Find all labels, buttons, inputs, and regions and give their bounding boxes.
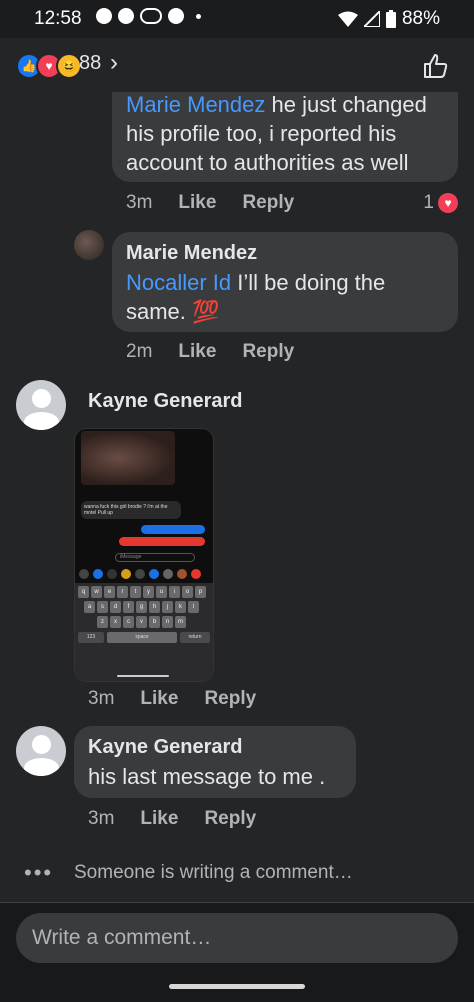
comment-time: 3m xyxy=(88,688,115,709)
reaction-count[interactable]: 88 xyxy=(79,52,101,75)
keyboard-row: asdfghjkl xyxy=(75,598,213,613)
comment-actions: 3m Like Reply xyxy=(126,192,294,214)
typing-dots-icon: ••• xyxy=(24,860,54,885)
keyboard-row: zxcvbnm xyxy=(75,613,213,628)
keyboard: qwertyuiop asdfghjkl zxcvbnm 123 space r… xyxy=(75,583,213,681)
like-button[interactable]: Like xyxy=(178,192,216,214)
comment-image-attachment[interactable]: wanna fuck this girl brodie ? i'm at the… xyxy=(74,428,214,682)
typing-indicator-text: Someone is writing a comment… xyxy=(74,862,353,883)
comment-author[interactable]: Kayne Generard xyxy=(88,736,243,759)
comment-text: Marie Mendez he just changed his profile… xyxy=(126,92,427,175)
reply-button[interactable]: Reply xyxy=(204,808,256,830)
chevron-right-icon[interactable]: › xyxy=(110,49,118,77)
comment-bubble: Marie Mendez Nocaller Id I’ll be doing t… xyxy=(112,232,458,332)
reply-button[interactable]: Reply xyxy=(204,688,256,710)
redacted-sent-message xyxy=(141,525,205,534)
battery-icon xyxy=(385,10,396,28)
comment-text: Nocaller Id I’ll be doing the same. 💯 xyxy=(126,270,386,324)
comment-bubble: Kayne Generard his last message to me . xyxy=(74,726,356,798)
imessage-input: iMessage xyxy=(115,553,195,562)
reaction-emojis[interactable]: 👍 ♥ 😆 xyxy=(16,53,82,79)
comment-reaction-summary[interactable]: 1 ♥ xyxy=(423,192,458,214)
love-reaction-icon: ♥ xyxy=(438,193,458,213)
like-button[interactable]: Like xyxy=(178,341,216,363)
snapchat-icon xyxy=(118,8,134,24)
cloud-icon xyxy=(140,8,162,24)
mention-link[interactable]: Marie Mendez xyxy=(126,92,265,117)
comment-time: 3m xyxy=(88,808,115,829)
messenger-icon xyxy=(96,8,112,24)
like-button[interactable]: Like xyxy=(140,688,178,710)
avatar[interactable] xyxy=(16,726,66,776)
comment-actions: 3m Like Reply xyxy=(88,688,256,710)
comment-actions: 2m Like Reply xyxy=(126,341,294,363)
reply-button[interactable]: Reply xyxy=(242,341,294,363)
notification-icons xyxy=(96,8,201,24)
avatar[interactable] xyxy=(16,380,66,430)
status-time: 12:58 xyxy=(34,8,82,29)
status-bar: 12:58 88% xyxy=(0,0,474,38)
comment-composer xyxy=(0,902,474,1002)
mention-link[interactable]: Nocaller Id xyxy=(126,270,231,295)
like-button[interactable]: Like xyxy=(140,808,178,830)
comment-actions: 3m Like Reply xyxy=(88,808,256,830)
comments-list[interactable]: Marie Mendez he just changed his profile… xyxy=(0,92,474,902)
photo-preview xyxy=(81,431,175,485)
home-indicator xyxy=(117,675,169,677)
comment-text: his last message to me . xyxy=(88,764,326,789)
wifi-icon xyxy=(337,11,358,27)
comment-author[interactable]: Marie Mendez xyxy=(126,242,257,265)
redacted-sent-message xyxy=(119,537,205,546)
comment-bubble: Marie Mendez he just changed his profile… xyxy=(112,92,458,182)
reaction-summary-bar: 👍 ♥ 😆 88 › xyxy=(0,38,474,92)
received-message: wanna fuck this girl brodie ? i'm at the… xyxy=(81,501,181,519)
avatar[interactable] xyxy=(74,230,104,260)
like-thumb-icon[interactable] xyxy=(422,52,450,80)
comment-time: 3m xyxy=(126,192,153,213)
app-strip xyxy=(79,569,207,579)
keyboard-row: qwertyuiop xyxy=(75,583,213,598)
reply-button[interactable]: Reply xyxy=(242,192,294,214)
comment-author[interactable]: Kayne Generard xyxy=(88,390,243,413)
gesture-bar xyxy=(169,984,305,989)
signal-icon xyxy=(363,11,380,27)
typing-indicator: ••• Someone is writing a comment… xyxy=(0,860,474,886)
reaction-count: 1 xyxy=(423,192,434,213)
status-right: 88% xyxy=(337,8,440,30)
keyboard-row: 123 space return xyxy=(75,628,213,643)
battery-level: 88% xyxy=(401,8,440,29)
comment-time: 2m xyxy=(126,341,153,362)
more-notifications-dot xyxy=(196,13,201,19)
facebook-icon xyxy=(168,8,184,24)
comment-input[interactable] xyxy=(16,913,458,963)
